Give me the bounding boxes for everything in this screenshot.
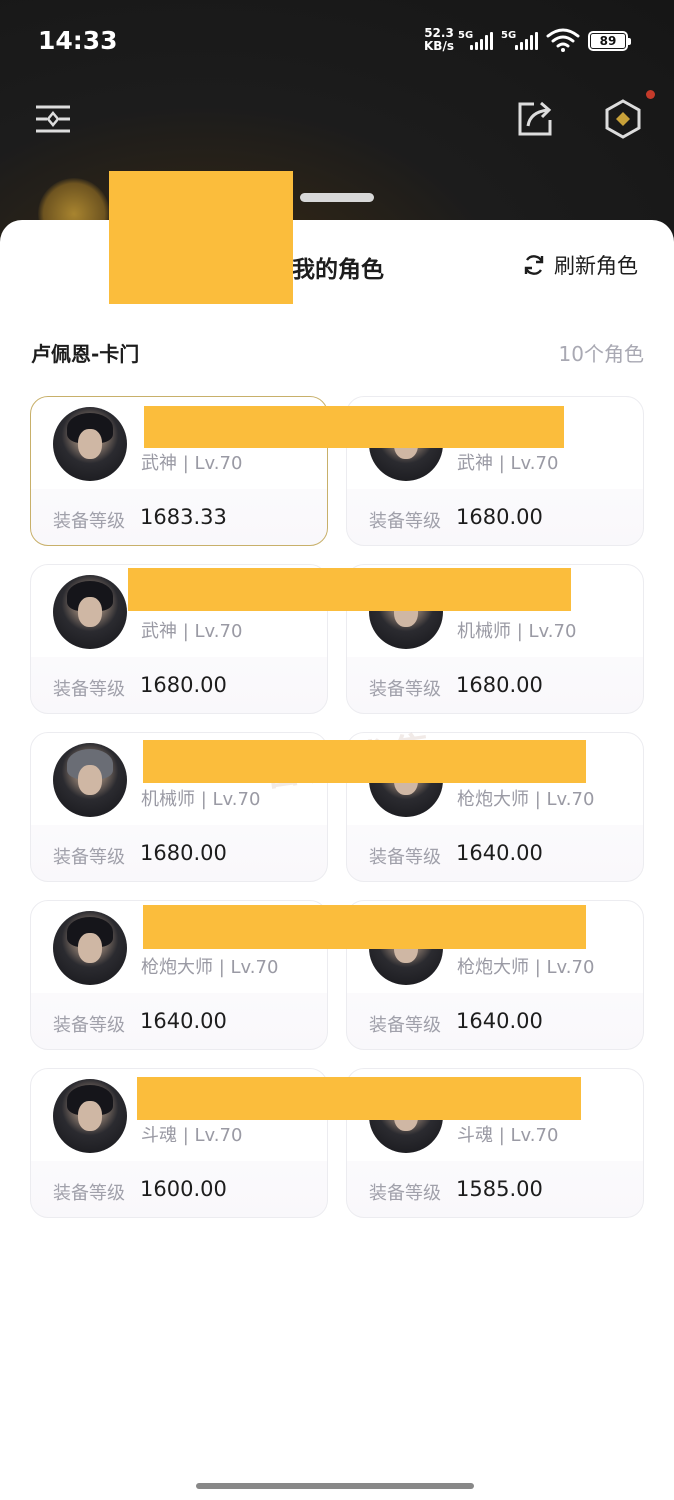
sheet-title: 我的角色	[292, 257, 384, 283]
redaction-block	[137, 1077, 581, 1120]
equip-level-label: 装备等级	[53, 1015, 125, 1036]
character-avatar	[53, 407, 127, 481]
equip-level-value: 1585.00	[456, 1177, 543, 1201]
redaction-block	[143, 740, 586, 783]
battery-icon: 89	[588, 31, 631, 51]
equip-level-value: 1640.00	[456, 841, 543, 865]
server-name: 卢佩恩-卡门	[31, 342, 140, 366]
equip-level-label: 装备等级	[53, 679, 125, 700]
equip-level-label: 装备等级	[53, 1183, 125, 1204]
equip-level-label: 装备等级	[369, 1183, 441, 1204]
equip-level-label: 装备等级	[369, 511, 441, 532]
equip-level-value: 1680.00	[456, 673, 543, 697]
character-class-level: 武神 | Lv.70	[141, 621, 243, 642]
sheet-drag-handle[interactable]	[300, 193, 374, 202]
home-indicator[interactable]	[196, 1483, 474, 1489]
character-avatar	[53, 1079, 127, 1153]
battery-level: 89	[591, 34, 625, 48]
equip-level-label: 装备等级	[53, 511, 125, 532]
status-bar: 14:33 52.3 KB/s 5G 5G 89	[0, 0, 674, 80]
character-sheet: 我的角色 刷新角色 卢佩恩-卡门 10个角色 武神 | Lv.70 装备等级 1…	[0, 171, 674, 1500]
equip-level-label: 装备等级	[369, 679, 441, 700]
network-speed-unit: KB/s	[424, 39, 454, 53]
character-class-level: 机械师 | Lv.70	[457, 621, 577, 642]
equip-level-value: 1683.33	[140, 505, 227, 529]
wifi-icon	[546, 28, 580, 52]
character-avatar	[53, 575, 127, 649]
hexagon-settings-icon[interactable]	[602, 98, 644, 140]
character-class-level: 机械师 | Lv.70	[141, 789, 261, 810]
refresh-label: 刷新角色	[554, 254, 638, 278]
signal-1-bars-icon	[468, 32, 493, 50]
equip-level-value: 1680.00	[140, 673, 227, 697]
redaction-block	[144, 406, 564, 448]
equip-level-label: 装备等级	[53, 847, 125, 868]
character-class-level: 斗魂 | Lv.70	[457, 1125, 559, 1146]
character-class-level: 武神 | Lv.70	[141, 453, 243, 474]
status-time: 14:33	[38, 26, 118, 55]
server-row: 卢佩恩-卡门 10个角色	[31, 338, 644, 368]
equip-level-label: 装备等级	[369, 1015, 441, 1036]
equip-level-value: 1640.00	[456, 1009, 543, 1033]
equip-level-value: 1600.00	[140, 1177, 227, 1201]
share-icon[interactable]	[514, 98, 556, 140]
equip-level-value: 1640.00	[140, 1009, 227, 1033]
character-avatar	[53, 911, 127, 985]
role-count: 10个角色	[558, 342, 644, 366]
refresh-button[interactable]: 刷新角色	[522, 250, 638, 280]
character-class-level: 斗魂 | Lv.70	[141, 1125, 243, 1146]
redaction-block	[128, 568, 571, 611]
redaction-block	[109, 171, 293, 304]
character-class-level: 武神 | Lv.70	[457, 453, 559, 474]
equip-level-value: 1680.00	[456, 505, 543, 529]
equip-level-label: 装备等级	[369, 847, 441, 868]
character-class-level: 枪炮大师 | Lv.70	[141, 957, 279, 978]
network-speed: 52.3 KB/s	[424, 27, 454, 53]
menu-lines-icon[interactable]	[32, 98, 74, 140]
character-class-level: 枪炮大师 | Lv.70	[457, 789, 595, 810]
notification-dot	[646, 90, 655, 99]
signal-2-bars-icon	[513, 32, 538, 50]
character-avatar	[53, 743, 127, 817]
character-class-level: 枪炮大师 | Lv.70	[457, 957, 595, 978]
redaction-block	[143, 905, 586, 949]
refresh-icon	[524, 255, 544, 275]
equip-level-value: 1680.00	[140, 841, 227, 865]
